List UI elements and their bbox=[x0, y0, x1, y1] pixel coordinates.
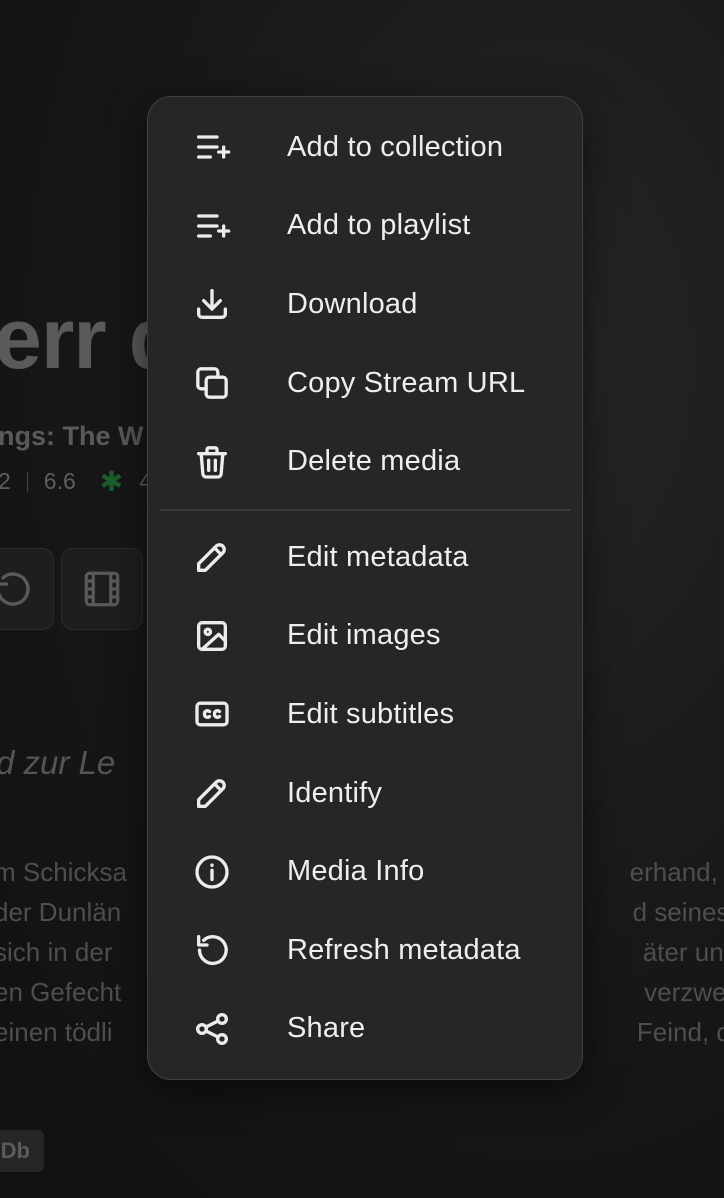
copy-icon bbox=[192, 363, 232, 403]
menu-item-label: Edit subtitles bbox=[287, 697, 455, 730]
menu-item-label: Identify bbox=[287, 776, 383, 809]
menu-item-refresh-metadata[interactable]: Refresh metadata bbox=[148, 911, 582, 990]
menu-item-label: Download bbox=[287, 287, 418, 320]
imdb-badge[interactable]: Db bbox=[0, 1130, 44, 1172]
meta-divider bbox=[26, 471, 28, 492]
menu-item-add-to-collection[interactable]: Add to collection bbox=[148, 108, 582, 187]
replay-icon bbox=[0, 572, 30, 606]
download-icon bbox=[192, 284, 232, 324]
closed-captions-icon bbox=[192, 694, 232, 734]
menu-divider bbox=[160, 508, 570, 511]
menu-item-label: Add to playlist bbox=[287, 209, 471, 242]
replay-button[interactable] bbox=[0, 548, 54, 630]
menu-item-download[interactable]: Download bbox=[148, 265, 582, 344]
menu-item-identify[interactable]: Identify bbox=[148, 754, 582, 833]
menu-item-media-info[interactable]: Media Info bbox=[148, 832, 582, 911]
pencil-icon bbox=[192, 537, 232, 577]
menu-item-copy-stream-url[interactable]: Copy Stream URL bbox=[148, 344, 582, 423]
info-icon bbox=[192, 852, 232, 892]
menu-item-share[interactable]: Share bbox=[148, 990, 582, 1069]
media-meta-row: 2 6.6 ✱ 4 bbox=[0, 465, 152, 498]
pencil-icon bbox=[192, 773, 232, 813]
menu-item-label: Refresh metadata bbox=[287, 933, 521, 966]
media-tagline: d zur Le bbox=[0, 744, 116, 781]
list-add-icon bbox=[192, 206, 232, 246]
menu-item-edit-metadata[interactable]: Edit metadata bbox=[148, 518, 582, 597]
media-context-menu: Add to collection Add to playlist Downlo… bbox=[147, 96, 583, 1080]
trailer-button[interactable] bbox=[61, 548, 143, 630]
refresh-icon bbox=[192, 930, 232, 970]
trash-icon bbox=[192, 442, 232, 482]
menu-item-label: Media Info bbox=[287, 855, 425, 888]
menu-item-edit-subtitles[interactable]: Edit subtitles bbox=[148, 675, 582, 754]
menu-item-label: Add to collection bbox=[287, 130, 504, 163]
meta-fragment: 2 bbox=[0, 468, 11, 494]
image-icon bbox=[192, 616, 232, 656]
film-icon bbox=[84, 571, 120, 607]
list-add-icon bbox=[192, 127, 232, 167]
share-icon bbox=[192, 1009, 232, 1049]
menu-item-delete-media[interactable]: Delete media bbox=[148, 422, 582, 501]
community-rating: 6.6 bbox=[43, 468, 76, 494]
menu-item-edit-images[interactable]: Edit images bbox=[148, 597, 582, 676]
menu-item-label: Copy Stream URL bbox=[287, 366, 526, 399]
menu-item-label: Edit images bbox=[287, 619, 441, 652]
menu-item-label: Delete media bbox=[287, 445, 461, 478]
media-detail-page: err d Die ngs: The W 2 6.6 ✱ 4 d zur Le … bbox=[0, 0, 724, 1198]
menu-item-label: Share bbox=[287, 1012, 366, 1045]
menu-item-add-to-playlist[interactable]: Add to playlist bbox=[148, 187, 582, 266]
media-original-title: ngs: The W bbox=[0, 421, 144, 451]
menu-item-label: Edit metadata bbox=[287, 540, 469, 573]
rating-star-icon: ✱ bbox=[99, 466, 124, 497]
